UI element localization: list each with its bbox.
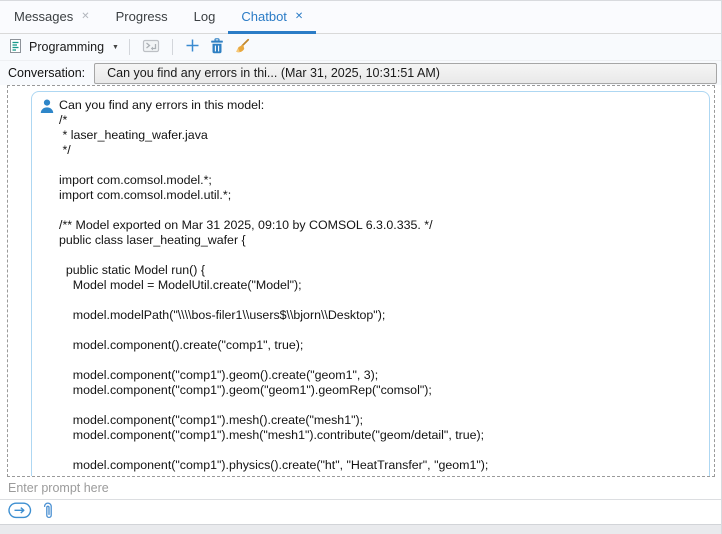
toolbar-separator — [129, 39, 130, 55]
prompt-actions — [0, 500, 721, 524]
tab-label: Messages — [14, 9, 73, 24]
person-icon — [39, 98, 55, 114]
conversation-selected-option: Can you find any errors in thi... (Mar 3… — [107, 66, 440, 80]
plus-icon — [185, 38, 200, 56]
tab-log[interactable]: Log — [181, 1, 229, 34]
status-strip — [0, 524, 721, 534]
paperclip-icon — [41, 500, 55, 524]
conversation-row: Conversation: Can you find any errors in… — [0, 60, 721, 85]
toolbar-separator — [172, 39, 173, 55]
close-icon[interactable]: ✕ — [81, 10, 89, 22]
code-document-icon — [8, 38, 23, 57]
prompt-row — [0, 477, 721, 500]
broom-icon — [234, 38, 250, 57]
chat-history[interactable]: Can you find any errors in this model: /… — [7, 85, 715, 477]
tab-label: Log — [194, 9, 216, 24]
mode-label: Programming — [29, 40, 104, 54]
clear-conversation-button[interactable] — [232, 37, 252, 58]
terminal-return-icon — [142, 38, 160, 57]
programming-mode-dropdown[interactable]: Programming ▼ — [8, 38, 119, 57]
tab-chatbot[interactable]: Chatbot ✕ — [228, 1, 316, 34]
close-icon[interactable]: ✕ — [295, 10, 303, 22]
chevron-down-icon: ▼ — [112, 44, 119, 51]
send-to-console-button[interactable] — [140, 37, 162, 58]
tab-label: Chatbot — [241, 9, 287, 24]
user-message-bubble: Can you find any errors in this model: /… — [31, 91, 710, 477]
toolbar: Programming ▼ — [0, 34, 721, 60]
attach-button[interactable] — [41, 500, 55, 524]
trash-icon — [210, 38, 224, 57]
prompt-input[interactable] — [0, 477, 721, 499]
new-conversation-button[interactable] — [183, 37, 202, 57]
send-button[interactable] — [8, 502, 32, 522]
delete-conversation-button[interactable] — [208, 37, 226, 58]
tab-bar: Messages ✕ Progress Log Chatbot ✕ — [0, 1, 721, 34]
chatbot-panel: Messages ✕ Progress Log Chatbot ✕ — [0, 0, 722, 534]
conversation-label: Conversation: — [8, 66, 85, 80]
tab-label: Progress — [116, 9, 168, 24]
tab-progress[interactable]: Progress — [103, 1, 181, 34]
tab-messages[interactable]: Messages ✕ — [1, 1, 103, 34]
conversation-select[interactable]: Can you find any errors in thi... (Mar 3… — [94, 63, 717, 84]
send-arrow-icon — [8, 502, 32, 522]
user-message-text: Can you find any errors in this model: /… — [59, 98, 699, 473]
